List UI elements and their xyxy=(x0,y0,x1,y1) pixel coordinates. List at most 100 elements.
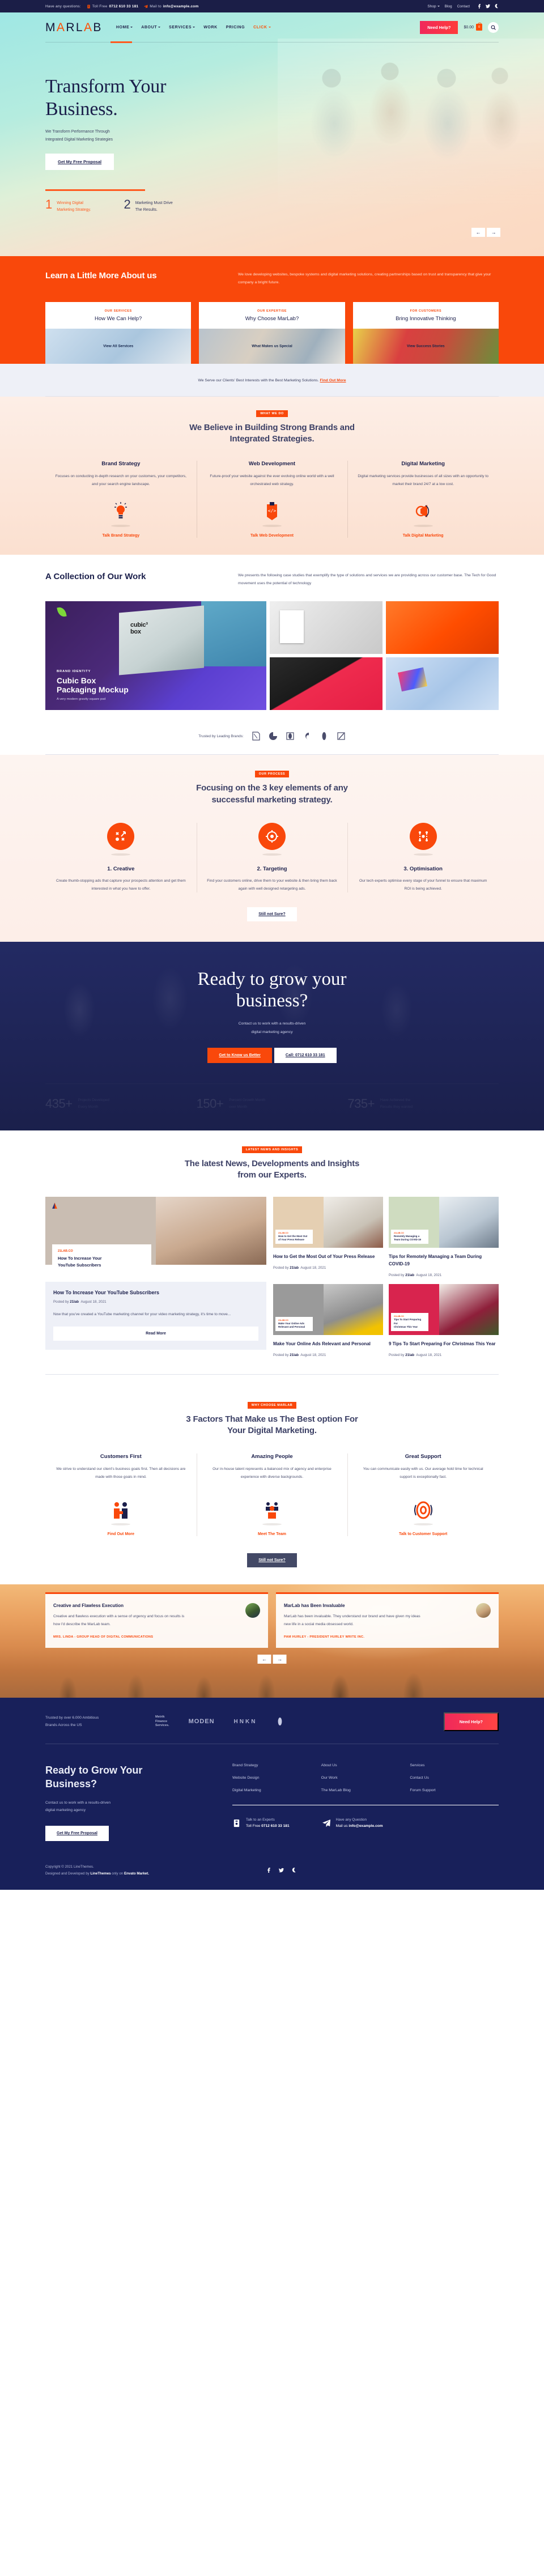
footer-logo-hnkn: HNKN xyxy=(233,1718,257,1725)
featured-post-title[interactable]: How To Increase Your YouTube Subscribers xyxy=(53,1290,258,1295)
nav-item-click[interactable]: CLICK xyxy=(253,25,271,29)
news-post[interactable]: 21LAB.CO How to Get the Most Out of Your … xyxy=(273,1197,383,1277)
work-thumb-3[interactable] xyxy=(270,657,382,711)
why-link[interactable]: Find Out More xyxy=(54,1532,188,1536)
testimonial-title: Creative and Flawless Execution xyxy=(53,1602,124,1608)
process-cta-button[interactable]: Still not Sure? xyxy=(247,907,297,922)
read-more-button[interactable]: Read More xyxy=(53,1327,258,1341)
footer-link-website-design[interactable]: Website Design xyxy=(232,1776,321,1780)
site-footer: Trusted by over 6.000 Ambitious Brands Ac… xyxy=(0,1697,544,1890)
news-post[interactable]: 21LAB.CO Tips To Start Preparing For Chri… xyxy=(389,1283,499,1357)
footer-link-digital-marketing[interactable]: Digital Marketing xyxy=(232,1788,321,1792)
icon-shadow xyxy=(262,853,282,856)
primary-nav: HOME ABOUT SERVICES WORK PRICING CLICK xyxy=(116,25,271,29)
leaf-icon xyxy=(57,606,67,618)
testimonial-prev-button[interactable]: ← xyxy=(257,1654,271,1664)
news-post[interactable]: 21LAB.CO Make Your Online Ads Relevant an… xyxy=(273,1283,383,1357)
site-logo[interactable]: MARLAB xyxy=(45,22,103,33)
facebook-icon[interactable] xyxy=(477,4,482,8)
stat-projects: 435+ Projects Developed Every Month xyxy=(45,1096,197,1111)
nav-item-services[interactable]: SERVICES xyxy=(169,25,196,29)
facebook-icon[interactable] xyxy=(266,1868,271,1873)
news-post[interactable]: 21LAB.CO Remotely Managing a Team During … xyxy=(389,1197,499,1277)
service-link[interactable]: Talk Digital Marketing xyxy=(356,534,490,538)
news-post-title[interactable]: 9 Tips To Start Preparing For Christmas … xyxy=(389,1341,499,1348)
work-feature-card[interactable]: cubic³ box BRAND IDENTITY Cubic Box Packag… xyxy=(45,601,266,711)
cta-call-button[interactable]: Call: 0712 610 33 181 xyxy=(274,1047,337,1063)
footer-link-forum-support[interactable]: Forum Support xyxy=(410,1788,499,1792)
top-bar-link-contact[interactable]: Contact xyxy=(457,5,470,8)
featured-post[interactable]: 21LAB.CO How To Increase Your YouTube Sub… xyxy=(45,1197,266,1357)
top-bar-link-blog[interactable]: Blog xyxy=(445,5,452,8)
work-thumb-1[interactable] xyxy=(270,601,382,654)
about-card-customers[interactable]: FOR CUSTOMERS Bring Innovative Thinking … xyxy=(352,301,499,364)
top-bar-mail[interactable]: Mail to info@example.com xyxy=(144,5,198,8)
footer-link-services[interactable]: Services xyxy=(410,1763,499,1767)
hero-step-1[interactable]: 1 Winning Digital Marketing Strategy. xyxy=(45,198,91,214)
news-post-meta: Posted by 21lab August 18, 2021 xyxy=(389,1353,442,1357)
hero-step-2-text: Marketing Must Drive The Results. xyxy=(135,201,173,212)
news-post-tag: 21LAB.CO Make Your Online Ads Relevant an… xyxy=(275,1316,313,1331)
about-card-services[interactable]: OUR SERVICES How We Can Help? View All S… xyxy=(45,301,192,364)
top-bar: Have any questions: Toll Free 0712 610 3… xyxy=(0,0,544,12)
service-link[interactable]: Talk Web Development xyxy=(206,534,339,538)
svg-text:</>: </> xyxy=(268,508,277,513)
process-badge: OUR PROCESS xyxy=(254,771,290,778)
lightbulb-icon xyxy=(54,495,188,521)
hero-step-2[interactable]: 2 Marketing Must Drive The Results. xyxy=(124,198,173,214)
target-icon xyxy=(258,822,286,850)
dribbble-icon[interactable] xyxy=(494,4,499,8)
news-post-meta: Posted by 21lab August 18, 2021 xyxy=(273,1266,326,1270)
process-step-text: Our tech experts optimise every stage of… xyxy=(359,878,487,891)
find-out-more-link[interactable]: Find Out More xyxy=(320,379,346,382)
why-link[interactable]: Meet The Team xyxy=(206,1532,339,1536)
why-cta-button[interactable]: Still not Sure? xyxy=(247,1553,297,1567)
work-gallery: cubic³ box BRAND IDENTITY Cubic Box Packag… xyxy=(45,601,499,711)
news-section: LATEST NEWS AND INSIGHTS The latest News… xyxy=(0,1130,544,1375)
twitter-icon[interactable] xyxy=(278,1868,284,1873)
need-help-button[interactable]: Need Help? xyxy=(420,20,458,34)
search-button[interactable] xyxy=(488,22,499,33)
hero-accent-rule xyxy=(45,189,145,191)
news-post-title[interactable]: How to Get the Most Out of Your Press Re… xyxy=(273,1253,383,1261)
footer-link-brand-strategy[interactable]: Brand Strategy xyxy=(232,1763,321,1767)
cta-primary-button[interactable]: Get to Know us Better xyxy=(207,1047,272,1063)
dribbble-icon[interactable] xyxy=(291,1868,296,1873)
work-thumb-4[interactable] xyxy=(386,657,499,711)
service-link[interactable]: Talk Brand Strategy xyxy=(54,534,188,538)
about-card-kicker: FOR CUSTOMERS xyxy=(410,309,442,313)
why-text: We strive to understand our client's bus… xyxy=(56,1467,186,1480)
phone-icon xyxy=(87,4,91,8)
feature-teal-panel xyxy=(201,601,266,667)
stat-growth: 150+ Percent Growth Month over Month xyxy=(197,1096,348,1111)
nav-item-about[interactable]: ABOUT xyxy=(141,25,161,29)
footer-need-help-button[interactable]: Need Help? xyxy=(443,1712,499,1731)
footer-link-contact-us[interactable]: Contact Us xyxy=(410,1776,499,1780)
news-post-title[interactable]: Tips for Remotely Managing a Team During… xyxy=(389,1253,499,1268)
cart-widget[interactable]: $0.00 0 xyxy=(464,22,482,31)
nav-item-home[interactable]: HOME xyxy=(116,25,133,29)
footer-contact-phone[interactable]: Talk to an Experts Toll Free 0712 610 33… xyxy=(232,1818,290,1828)
footer-link-our-work[interactable]: Our Work xyxy=(321,1776,410,1780)
footer-contact-mail[interactable]: Have any Question Mail us info@example.c… xyxy=(322,1818,383,1828)
news-post-title[interactable]: Make Your Online Ads Relevant and Person… xyxy=(273,1341,383,1348)
hero-prev-button[interactable]: ← xyxy=(471,228,485,237)
footer-link-about-us[interactable]: About Us xyxy=(321,1763,410,1767)
hero-next-button[interactable]: → xyxy=(487,228,500,237)
top-bar-phone[interactable]: Toll Free 0712 610 33 181 xyxy=(87,5,139,8)
why-link[interactable]: Talk to Customer Support xyxy=(356,1532,490,1536)
footer-link-marlab-blog[interactable]: The MarLab Blog xyxy=(321,1788,410,1792)
nav-item-pricing[interactable]: PRICING xyxy=(226,25,245,29)
about-card-expertise[interactable]: OUR EXPERTISE Why Choose MarLab? What Ma… xyxy=(199,301,345,364)
work-thumb-2[interactable] xyxy=(386,601,499,654)
hero-cta-button[interactable]: Get My Free Proposal xyxy=(45,154,114,171)
lifebuoy-icon xyxy=(356,1490,490,1520)
about-paragraph: We love developing websites, bespoke sys… xyxy=(238,273,491,285)
testimonial-next-button[interactable]: → xyxy=(273,1654,287,1664)
footer-cta-button[interactable]: Get My Free Proposal xyxy=(45,1826,109,1842)
featured-post-overlay-card: 21LAB.CO How To Increase Your YouTube Sub… xyxy=(52,1244,151,1274)
nav-item-work[interactable]: WORK xyxy=(203,25,218,29)
top-bar-link-shop[interactable]: Shop xyxy=(427,5,440,8)
feature-box-label: cubic³ box xyxy=(130,622,148,636)
twitter-icon[interactable] xyxy=(486,4,490,8)
